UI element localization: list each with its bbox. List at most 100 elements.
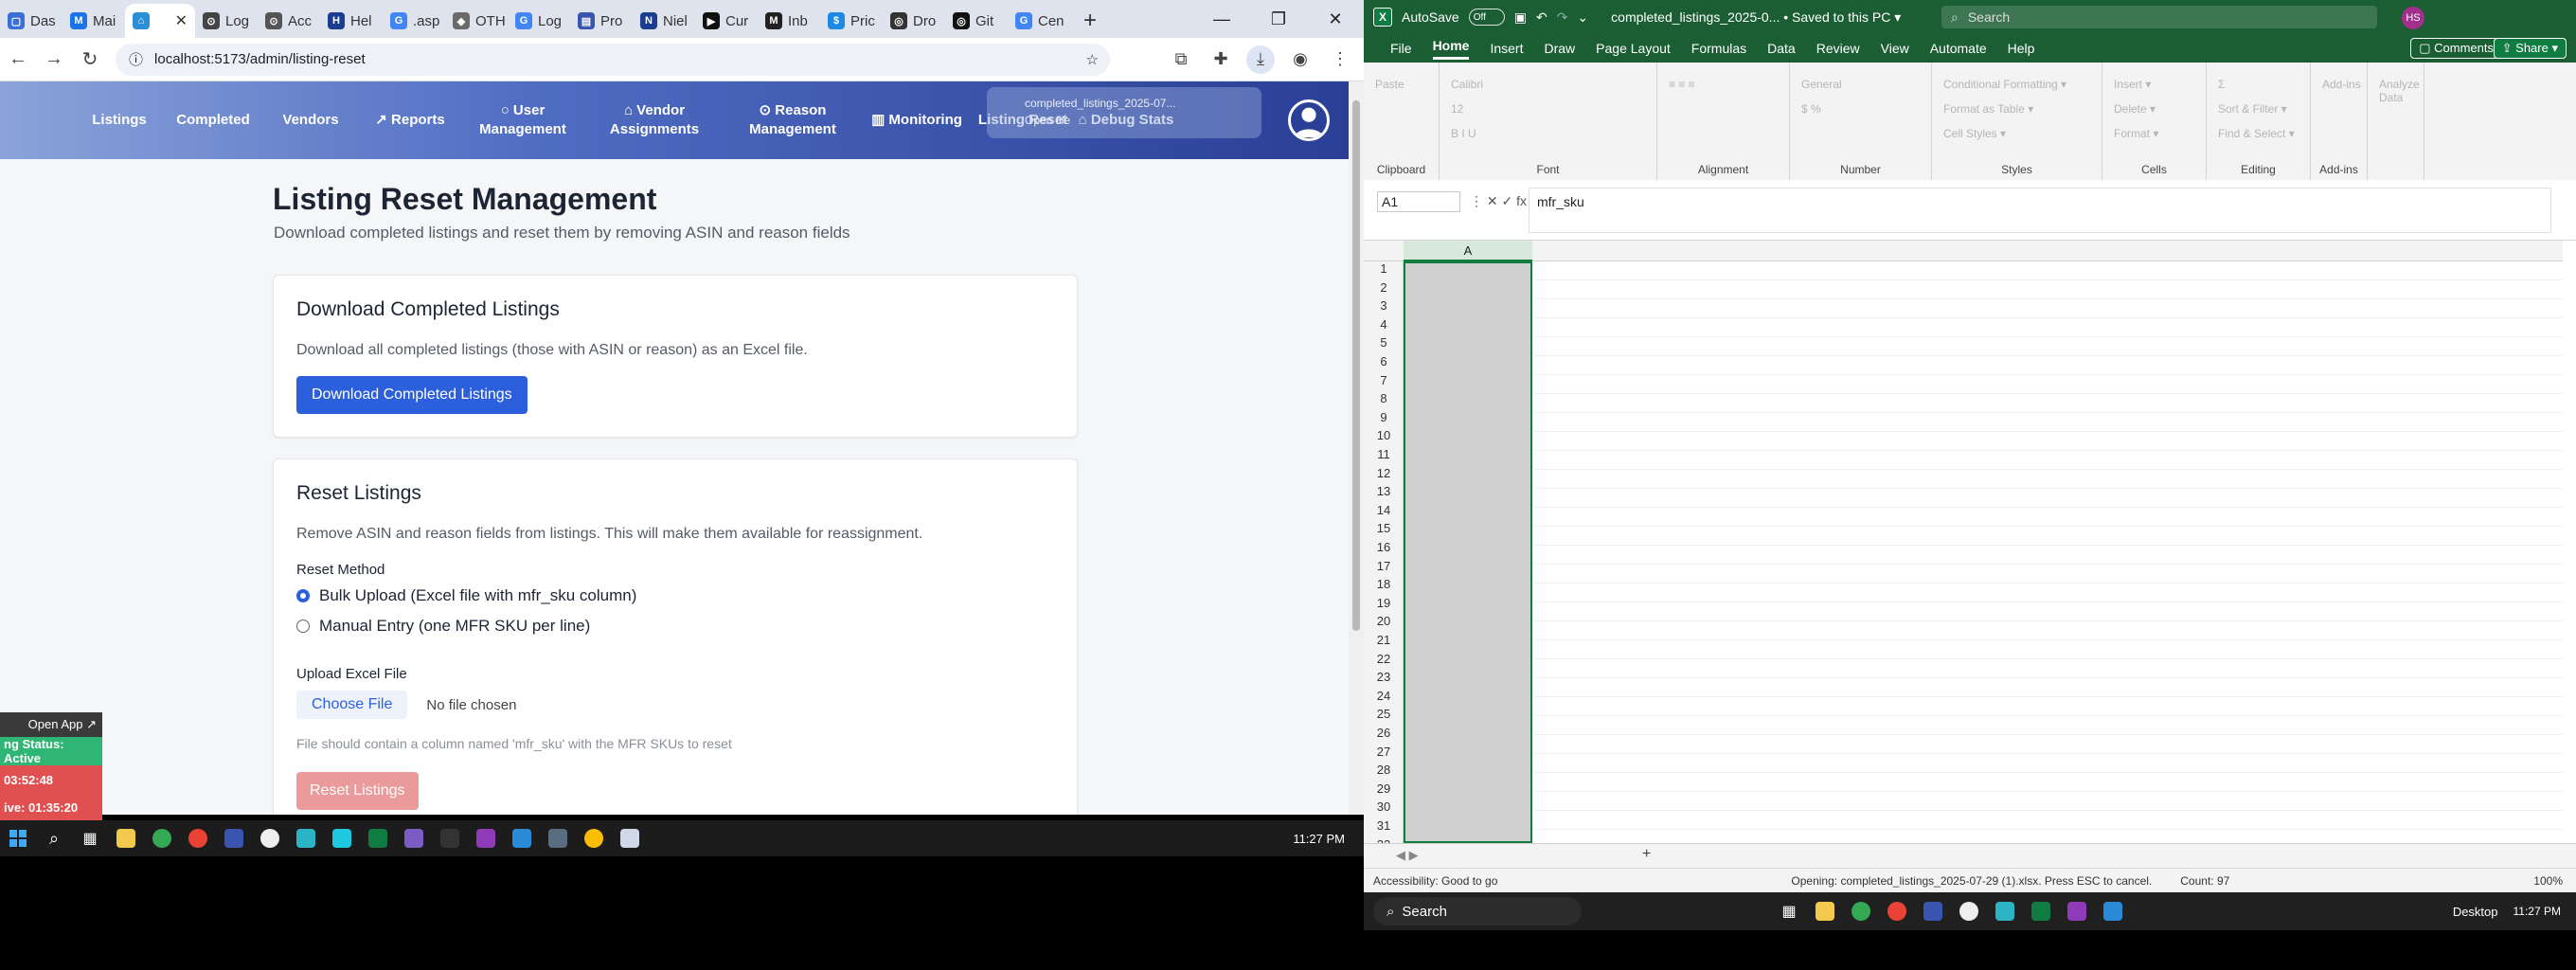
app-icon-blue[interactable] [1915,893,1951,929]
save-icon[interactable]: ▣ [1514,9,1527,26]
nav-item[interactable]: ⌂ Vendor Assignments [583,101,725,139]
menu-tab[interactable]: View [1881,41,1909,56]
row-number[interactable]: 19 [1364,596,1404,615]
row-number[interactable]: 26 [1364,726,1404,745]
extension-icon[interactable]: ⧉ [1167,45,1195,74]
back-button[interactable]: ← [0,48,36,70]
nav-item[interactable]: ⊙ Reason Management [725,101,860,139]
app-icon-red[interactable] [1879,893,1915,929]
bookmark-star-icon[interactable]: ☆ [1086,51,1099,68]
onenote-icon[interactable] [2059,893,2095,929]
terminal-icon[interactable] [432,820,468,856]
browser-tab[interactable]: M Mai [63,4,125,38]
ribbon-button[interactable]: Delete ▾ [2114,102,2156,116]
radio-manual-entry[interactable]: Manual Entry (one MFR SKU per line) [296,617,590,636]
ribbon-button[interactable]: Find & Select ▾ [2218,127,2295,140]
row-number[interactable]: 29 [1364,781,1404,800]
ribbon-button[interactable]: Analyze Data [2379,78,2424,104]
browser-tab[interactable]: ◎ Dro [883,4,945,38]
menu-tab[interactable]: Draw [1544,41,1575,56]
excel-search-box[interactable]: ⌕ Search [1941,6,2377,28]
toast-action[interactable]: Open file [1025,112,1224,129]
taskbar-clock-right[interactable]: 11:27 PM [2513,905,2576,918]
row-number[interactable]: 13 [1364,484,1404,503]
ribbon-button[interactable]: Σ [2218,78,2225,91]
chrome-icon[interactable] [144,820,180,856]
row-number[interactable]: 7 [1364,373,1404,392]
extensions-puzzle-icon[interactable]: ✚ [1207,45,1235,74]
new-tab-button[interactable]: + [1070,4,1110,38]
browser-tab[interactable]: M Inb [758,4,820,38]
browser-tab[interactable]: ◆ OTH [445,4,508,38]
browser-tab[interactable]: G Cen [1008,4,1070,38]
file-input[interactable]: Choose File No file chosen [296,691,516,719]
vscode-icon[interactable] [2095,893,2131,929]
widget-open-app[interactable]: Open App ↗ [0,712,102,737]
row-number[interactable]: 30 [1364,799,1404,818]
row-number[interactable]: 11 [1364,447,1404,466]
row-number[interactable]: 12 [1364,466,1404,485]
row-number[interactable]: 15 [1364,521,1404,540]
browser-tab[interactable]: G .asp [383,4,445,38]
row-number[interactable]: 22 [1364,652,1404,671]
redo-icon[interactable]: ↷ [1557,9,1568,26]
menu-tab[interactable]: File [1390,41,1412,56]
nav-item[interactable]: ▥ Monitoring [860,111,974,130]
taskbar-clock[interactable]: 11:27 PM [1293,832,1364,846]
app-icon-purple[interactable] [396,820,432,856]
browser-tab[interactable]: N Niel [633,4,695,38]
browser-tab[interactable]: ⌂ ✕ [125,4,195,38]
column-header-a[interactable]: A [1404,241,1532,261]
task-view-icon[interactable]: ▦ [72,820,108,856]
row-number[interactable]: 25 [1364,707,1404,726]
desktop-label[interactable]: Desktop [2453,905,2498,919]
app-icon-white[interactable] [252,820,288,856]
row-number[interactable]: 28 [1364,763,1404,781]
nav-item[interactable]: Completed [163,111,263,130]
blank-cells-area[interactable] [1534,261,2563,843]
row-number[interactable]: 20 [1364,614,1404,633]
browser-tab[interactable]: H Hel [320,4,383,38]
nav-item[interactable]: ○ User Management [462,101,583,139]
ribbon-button[interactable]: $ % [1801,102,1821,116]
row-number[interactable]: 16 [1364,540,1404,559]
user-avatar[interactable] [1288,99,1330,141]
radio-bulk-upload[interactable]: Bulk Upload (Excel file with mfr_sku col… [296,586,636,605]
undo-icon[interactable]: ↶ [1536,9,1547,26]
row-number[interactable]: 31 [1364,818,1404,837]
app-icon-blue[interactable] [216,820,252,856]
app-icon-white[interactable] [1951,893,1987,929]
row-number[interactable]: 17 [1364,559,1404,578]
row-number[interactable]: 4 [1364,317,1404,336]
nav-item[interactable]: Vendors [263,111,358,130]
download-toast[interactable]: completed_listings_2025-07... Open file [987,87,1261,138]
app-icon-teal[interactable] [1987,893,2023,929]
file-explorer-icon[interactable] [1807,893,1843,929]
browser-tab[interactable]: ▤ Pro [570,4,633,38]
share-button[interactable]: ⇪ Share ▾ [2493,38,2567,59]
downloads-icon[interactable]: ⤓ [1246,45,1275,74]
site-info-icon[interactable]: ⓘ [129,49,143,69]
ribbon-button[interactable]: ≡ ≡ ≡ [1669,78,1695,91]
ribbon-button[interactable]: Conditional Formatting ▾ [1943,78,2066,91]
row-number[interactable]: 23 [1364,670,1404,689]
row-number[interactable]: 2 [1364,280,1404,299]
maximize-button[interactable]: ❐ [1250,0,1307,38]
profile-icon[interactable]: ◉ [1286,45,1315,74]
reload-button[interactable]: ↻ [72,47,108,71]
vscode-icon[interactable] [504,820,540,856]
app-icon-red[interactable] [180,820,216,856]
app-icon-teal[interactable] [288,820,324,856]
customize-qat-icon[interactable]: ⌄ [1577,9,1588,26]
browser-tab[interactable]: ▢ Das [0,4,63,38]
file-explorer-icon[interactable] [108,820,144,856]
start-button[interactable] [0,820,36,856]
ribbon-button[interactable]: Sort & Filter ▾ [2218,102,2287,116]
menu-tab[interactable]: Home [1432,38,1470,60]
ribbon-button[interactable]: Paste [1375,78,1404,91]
browser-tab[interactable]: $ Pric [820,4,883,38]
task-view-icon[interactable]: ▦ [1771,893,1807,929]
forward-button[interactable]: → [36,48,72,70]
row-number[interactable]: 27 [1364,745,1404,763]
menu-tab[interactable]: Page Layout [1596,41,1671,56]
